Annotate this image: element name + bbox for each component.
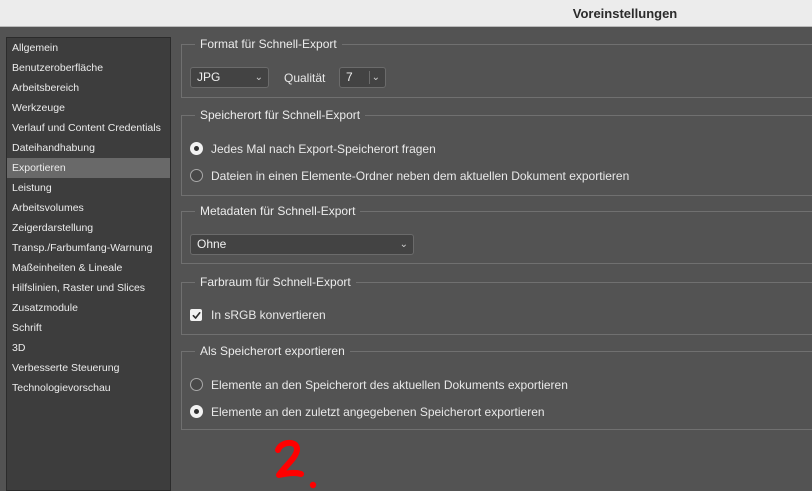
sidebar-item-transp-farbumfang-warnung[interactable]: Transp./Farbumfang-Warnung [7, 238, 170, 258]
quality-select[interactable]: 7 ⌄ [339, 67, 386, 88]
preferences-sidebar: Allgemein Benutzeroberfläche Arbeitsbereic… [6, 37, 171, 491]
quality-select-value: 7 [346, 70, 353, 84]
colorspace-group: Farbraum für Schnell-Export In sRGB konv… [181, 274, 812, 335]
quality-label: Qualität [284, 71, 326, 85]
red-annotation: 2. [275, 439, 317, 489]
sidebar-item-exportieren[interactable]: Exportieren [7, 158, 170, 178]
sidebar-item-arbeitsbereich[interactable]: Arbeitsbereich [7, 78, 170, 98]
sidebar-list: Allgemein Benutzeroberfläche Arbeitsbereic… [7, 38, 170, 398]
location-option-assets-folder-label: Dateien in einen Elemente-Ordner neben d… [211, 169, 630, 183]
sidebar-item-schrift[interactable]: Schrift [7, 318, 170, 338]
format-select-value: JPG [197, 70, 221, 84]
sidebar-item-allgemein[interactable]: Allgemein [7, 38, 170, 58]
metadata-group: Metadaten für Schnell-Export Ohne ⌄ [181, 203, 812, 264]
colorspace-group-title: Farbraum für Schnell-Export [195, 274, 356, 290]
sidebar-item-zeigerdarstellung[interactable]: Zeigerdarstellung [7, 218, 170, 238]
sidebar-item-technologievorschau[interactable]: Technologievorschau [7, 378, 170, 398]
export-option-current-document-label: Elemente an den Speicherort des aktuelle… [211, 378, 568, 392]
chevron-down-icon: ⌄ [254, 72, 263, 83]
chevron-down-icon: ⌄ [399, 239, 408, 250]
metadata-select[interactable]: Ohne ⌄ [190, 234, 414, 255]
sidebar-item-hilfslinien-raster-und-slices[interactable]: Hilfslinien, Raster und Slices [7, 278, 170, 298]
annotation-dot [309, 481, 317, 489]
sidebar-item-3d[interactable]: 3D [7, 338, 170, 358]
export-as-group-title: Als Speicherort exportieren [195, 343, 350, 359]
sidebar-item-verbesserte-steuerung[interactable]: Verbesserte Steuerung [7, 358, 170, 378]
sidebar-item-zusatzmodule[interactable]: Zusatzmodule [7, 298, 170, 318]
location-option-ask-label: Jedes Mal nach Export-Speicherort fragen [211, 142, 436, 156]
metadata-select-value: Ohne [197, 237, 227, 251]
sidebar-item-leistung[interactable]: Leistung [7, 178, 170, 198]
sidebar-item-maßeinheiten-lineale[interactable]: Maßeinheiten & Lineale [7, 258, 170, 278]
sidebar-item-benutzeroberfläche[interactable]: Benutzeroberfläche [7, 58, 170, 78]
srgb-checkbox-label: In sRGB konvertieren [211, 308, 326, 322]
location-radio-assets-folder[interactable] [190, 169, 203, 182]
sidebar-item-arbeitsvolumes[interactable]: Arbeitsvolumes [7, 198, 170, 218]
window-title: Voreinstellungen [572, 6, 678, 21]
format-group-title: Format für Schnell-Export [195, 36, 342, 52]
sidebar-item-dateihandhabung[interactable]: Dateihandhabung [7, 138, 170, 158]
format-group: Format für Schnell-Export JPG ⌄ Qualität… [181, 36, 812, 98]
sidebar-item-verlauf-und-content-credentials[interactable]: Verlauf und Content Credentials [7, 118, 170, 138]
export-radio-current-document[interactable] [190, 378, 203, 391]
srgb-checkbox[interactable] [190, 309, 202, 321]
checkmark-icon [192, 311, 201, 319]
export-option-last-location-label: Elemente an den zuletzt angegebenen Spei… [211, 405, 545, 419]
location-group-title: Speicherort für Schnell-Export [195, 107, 366, 123]
title-bar: Voreinstellungen [0, 0, 812, 27]
sidebar-item-werkzeuge[interactable]: Werkzeuge [7, 98, 170, 118]
chevron-down-icon: ⌄ [371, 72, 380, 83]
annotation-numeral [275, 439, 304, 478]
quality-select-divider [369, 71, 370, 84]
metadata-group-title: Metadaten für Schnell-Export [195, 203, 361, 219]
location-group: Speicherort für Schnell-Export Jedes Mal… [181, 107, 812, 196]
export-radio-last-location[interactable] [190, 405, 203, 418]
location-radio-ask[interactable] [190, 142, 203, 155]
format-select[interactable]: JPG ⌄ [190, 67, 269, 88]
export-as-group: Als Speicherort exportieren Elemente an … [181, 343, 812, 430]
